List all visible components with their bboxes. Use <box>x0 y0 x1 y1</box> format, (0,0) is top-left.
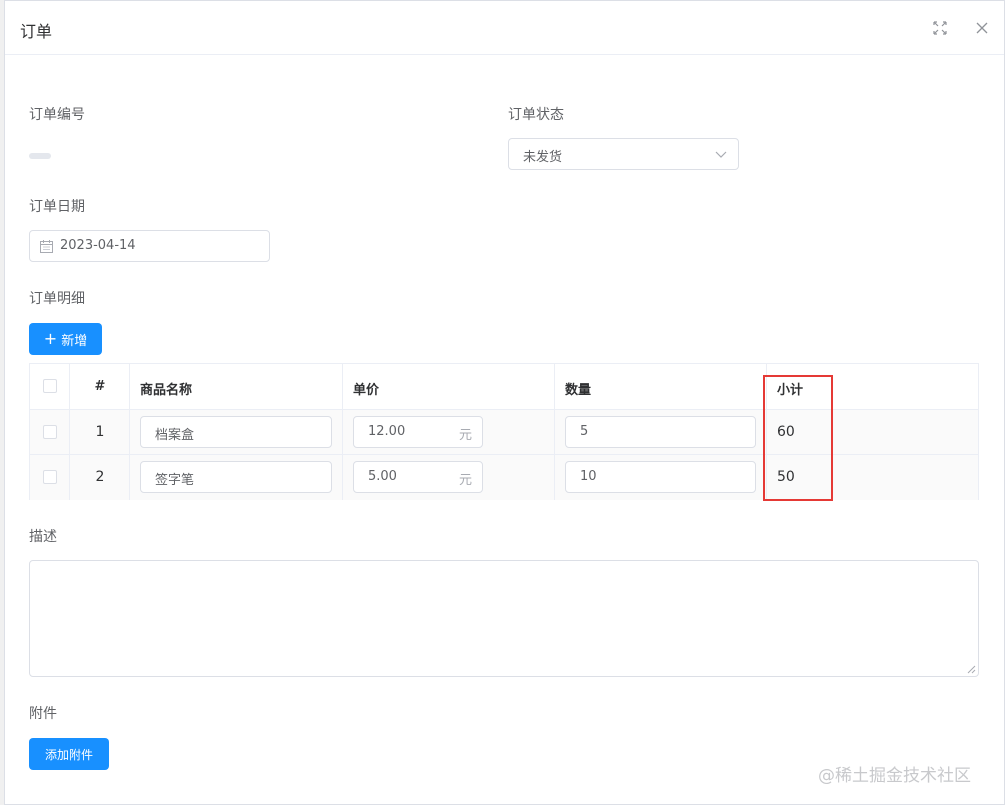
add-row-button[interactable]: + 新增 <box>29 323 102 355</box>
price-unit-suffix: 元 <box>458 428 472 443</box>
watermark: @稀土掘金技术社区 <box>818 766 971 786</box>
order-no-label: 订单编号 <box>29 107 85 123</box>
unit-price-value: 5.00 <box>368 469 397 484</box>
row-index: 2 <box>95 469 105 485</box>
row-checkbox[interactable] <box>43 470 57 484</box>
quantity-cell: 10 <box>555 455 767 500</box>
name-cell: 档案盒 <box>130 410 343 454</box>
product-name-value: 档案盒 <box>155 428 195 443</box>
index-cell: 1 <box>70 410 130 454</box>
description-textarea[interactable] <box>29 560 979 677</box>
order-details-label: 订单明细 <box>29 291 85 307</box>
product-name-value: 签字笔 <box>155 473 195 488</box>
header-cell: 商品名称 <box>130 364 343 409</box>
plus-icon: + <box>43 329 58 348</box>
order-date-value: 2023-04-14 <box>60 238 136 253</box>
price-cell: 5.00 元 <box>343 455 555 500</box>
product-name-input[interactable]: 档案盒 <box>140 416 332 448</box>
name-cell: 签字笔 <box>130 455 343 500</box>
dialog-header: 订单 <box>5 1 1004 55</box>
order-status-value: 未发货 <box>523 150 563 165</box>
quantity-input[interactable]: 10 <box>565 461 756 493</box>
unit-price-value: 12.00 <box>368 424 406 439</box>
maximize-button[interactable] <box>929 17 951 39</box>
row-checkbox[interactable] <box>43 425 57 439</box>
row-index: 1 <box>95 424 105 440</box>
chevron-down-icon <box>715 151 727 158</box>
order-no-value <box>29 153 51 159</box>
header-unit-price: 单价 <box>353 383 380 398</box>
header-select-cell <box>30 364 70 409</box>
select-all-checkbox[interactable] <box>43 379 57 393</box>
quantity-input[interactable]: 5 <box>565 416 756 448</box>
maximize-icon <box>933 21 947 35</box>
quantity-cell: 5 <box>555 410 767 454</box>
unit-price-input[interactable]: 5.00 元 <box>353 461 483 493</box>
header-index: # <box>94 379 106 394</box>
close-icon <box>976 22 988 34</box>
order-date-label: 订单日期 <box>29 199 85 215</box>
header-product-name: 商品名称 <box>140 383 193 398</box>
order-status-select[interactable]: 未发货 <box>508 138 739 170</box>
attachment-label: 附件 <box>29 706 57 722</box>
table-row: 1 档案盒 12.00 元 5 60 <box>30 410 978 455</box>
header-cell: # <box>70 364 130 409</box>
unit-price-input[interactable]: 12.00 元 <box>353 416 483 448</box>
order-details-table: # 商品名称 单价 数量 小计 1 档案盒 12.00 元 5 60 2 签字笔 <box>29 363 979 500</box>
quantity-value: 10 <box>580 469 597 484</box>
index-cell: 2 <box>70 455 130 500</box>
header-quantity: 数量 <box>565 383 592 398</box>
close-button[interactable] <box>971 17 993 39</box>
select-cell <box>30 455 70 500</box>
product-name-input[interactable]: 签字笔 <box>140 461 332 493</box>
calendar-icon <box>40 240 53 253</box>
table-header-row: # 商品名称 单价 数量 小计 <box>30 364 978 410</box>
order-date-picker[interactable]: 2023-04-14 <box>29 230 270 262</box>
order-status-label: 订单状态 <box>508 107 564 123</box>
quantity-value: 5 <box>580 424 589 439</box>
price-cell: 12.00 元 <box>343 410 555 454</box>
add-attachment-button[interactable]: 添加附件 <box>29 738 109 770</box>
price-unit-suffix: 元 <box>458 473 472 488</box>
table-row: 2 签字笔 5.00 元 10 50 <box>30 455 978 500</box>
subtotal-highlight-box <box>763 375 833 501</box>
select-cell <box>30 410 70 454</box>
resize-handle-icon[interactable] <box>967 665 976 674</box>
description-label: 描述 <box>29 529 57 545</box>
dialog-title: 订单 <box>20 22 53 41</box>
add-attachment-label: 添加附件 <box>44 747 93 762</box>
header-cell: 数量 <box>555 364 767 409</box>
header-cell: 单价 <box>343 364 555 409</box>
add-row-label: 新增 <box>61 333 88 349</box>
